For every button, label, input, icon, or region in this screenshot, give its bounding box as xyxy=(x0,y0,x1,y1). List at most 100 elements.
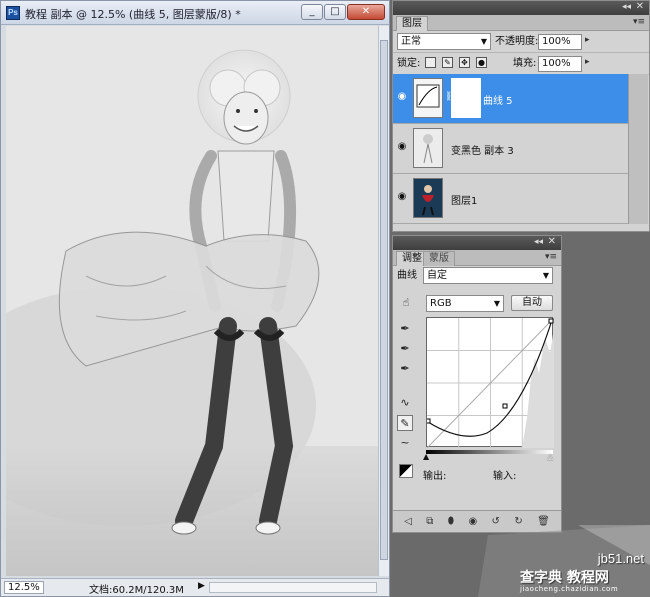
layer-mask-thumbnail[interactable] xyxy=(451,78,481,118)
curves-graph-svg xyxy=(425,317,555,449)
close-button[interactable]: ✕ xyxy=(347,4,385,20)
status-menu-arrow-icon[interactable]: ▶ xyxy=(198,581,205,591)
layer-row-curves-5[interactable]: ◉ ⛓ 曲线 5 xyxy=(393,74,629,124)
photo-layer-thumbnail xyxy=(413,178,443,218)
scroll-thumb[interactable] xyxy=(380,40,388,560)
curve-point-tool-icon[interactable]: ∿ xyxy=(397,395,413,411)
watermark-title: 查字典 教程网 xyxy=(520,570,609,586)
document-window: Ps 教程 副本 @ 12.5% (曲线 5, 图层蒙版/8) * _ □ ✕ xyxy=(0,0,390,597)
maximize-button[interactable]: □ xyxy=(324,4,346,20)
black-point-eyedropper-icon[interactable]: ✒ xyxy=(397,321,413,337)
layer-name: 曲线 5 xyxy=(483,96,513,107)
curves-label: 曲线 xyxy=(397,270,417,281)
lock-all-icon[interactable]: ● xyxy=(476,57,487,68)
chevron-down-icon: ▼ xyxy=(542,271,549,280)
layer-row-black-copy-3[interactable]: ◉ 变黑色 副本 3 xyxy=(393,124,629,174)
adjustments-panel: ◂◂ ✕ 调整 蒙版 ▾≡ 曲线 自定 ▼ ☝ RGB ▼ 自动 ✒ ✒ ✒ ∿… xyxy=(392,235,562,533)
lock-position-icon[interactable]: ✥ xyxy=(459,57,470,68)
layer-name: 图层1 xyxy=(451,196,478,207)
zoom-level-field[interactable]: 12.5% xyxy=(4,581,44,594)
adjustments-tab-row: 调整 蒙版 ▾≡ xyxy=(393,250,561,266)
layer-name: 变黑色 副本 3 xyxy=(451,146,514,157)
channel-select[interactable]: RGB ▼ xyxy=(426,295,504,312)
chevron-down-icon: ▼ xyxy=(480,37,487,46)
blend-mode-value: 正常 xyxy=(401,36,421,47)
fill-field[interactable]: 100% xyxy=(538,56,582,72)
panel-close-icon[interactable]: ✕ xyxy=(548,236,556,247)
curves-graph[interactable] xyxy=(425,317,555,449)
vertical-scrollbar[interactable] xyxy=(378,26,389,576)
opacity-label: 不透明度: xyxy=(495,36,539,47)
sketch-thumbnail-image xyxy=(423,134,433,164)
status-bar: 12.5% 文档:60.2M/120.3M ▶ xyxy=(1,578,389,596)
return-to-list-icon[interactable]: ◁ xyxy=(404,516,412,527)
layers-list: ◉ ⛓ 曲线 5 ◉ 变黑色 副本 3 ◉ 图层1 xyxy=(393,74,629,224)
layers-panel: ◂◂ ✕ 图层 ▾≡ 正常 ▼ 不透明度: 100% ▸ 锁定: ✎ ✥ ● 填… xyxy=(392,0,650,232)
layers-scrollbar[interactable] xyxy=(628,74,648,224)
document-titlebar[interactable]: Ps 教程 副本 @ 12.5% (曲线 5, 图层蒙版/8) * _ □ ✕ xyxy=(1,1,389,25)
panel-menu-icon[interactable]: ▾≡ xyxy=(633,17,645,27)
watermark: jb51.net 查字典 教程网 jiaocheng.chazidian.com xyxy=(478,525,650,597)
fill-slider-icon[interactable]: ▸ xyxy=(585,57,590,67)
photo-thumbnail-image xyxy=(422,185,434,216)
watermark-url: jb51.net xyxy=(597,551,644,566)
opacity-slider-icon[interactable]: ▸ xyxy=(585,35,590,45)
curves-thumbnail-icon xyxy=(416,84,440,108)
chevron-down-icon: ▼ xyxy=(493,299,500,308)
pencil-sketch-artwork xyxy=(6,26,378,576)
tab-masks[interactable]: 蒙版 xyxy=(423,251,455,266)
auto-button[interactable]: 自动 xyxy=(511,295,553,311)
preset-value: 自定 xyxy=(427,270,447,281)
curve-point[interactable] xyxy=(425,418,431,424)
output-label: 输出: xyxy=(423,471,447,482)
blend-opacity-row: 正常 ▼ 不透明度: 100% ▸ xyxy=(393,31,649,53)
pencil-draw-icon[interactable]: ✎ xyxy=(397,415,413,431)
eye-icon[interactable]: ◉ xyxy=(396,91,408,103)
panel-menu-icon[interactable]: ▾≡ xyxy=(545,252,557,262)
black-point-slider-icon[interactable]: ▲ xyxy=(423,452,429,461)
on-image-adjust-hand-icon[interactable]: ☝ xyxy=(398,295,414,311)
lock-label: 锁定: xyxy=(397,58,421,69)
minimize-button[interactable]: _ xyxy=(301,4,323,20)
collapse-icon[interactable]: ◂◂ xyxy=(534,237,543,247)
gray-point-eyedropper-icon[interactable]: ✒ xyxy=(397,341,413,357)
layer-row-layer-1[interactable]: ◉ 图层1 xyxy=(393,174,629,224)
collapse-icon[interactable]: ◂◂ xyxy=(622,2,631,12)
curves-tools: ✒ ✒ ✒ ∿ ✎ ~ xyxy=(397,321,417,455)
window-controls: _ □ ✕ xyxy=(301,4,385,20)
document-canvas[interactable] xyxy=(6,26,378,576)
sketch-layer-thumbnail xyxy=(413,128,443,168)
document-title: 教程 副本 @ 12.5% (曲线 5, 图层蒙版/8) * xyxy=(25,8,241,21)
panel-close-icon[interactable]: ✕ xyxy=(636,1,644,12)
lock-image-icon[interactable]: ✎ xyxy=(442,57,453,68)
document-size-info: 文档:60.2M/120.3M xyxy=(89,585,184,596)
white-point-eyedropper-icon[interactable]: ✒ xyxy=(397,361,413,377)
input-gradient-bar xyxy=(426,450,553,454)
lock-icons: ✎ ✥ ● xyxy=(425,57,487,68)
horizontal-scrollbar[interactable] xyxy=(209,582,377,593)
smooth-curve-icon[interactable]: ~ xyxy=(397,435,413,451)
eye-icon[interactable]: ◉ xyxy=(396,141,408,153)
panel-header[interactable]: ◂◂ ✕ xyxy=(393,236,561,250)
visibility-eye-icon[interactable]: ◉ xyxy=(468,516,477,527)
layer-mask-icon[interactable]: ⬮ xyxy=(448,516,454,527)
watermark-subtitle: jiaocheng.chazidian.com xyxy=(520,585,619,593)
lock-fill-row: 锁定: ✎ ✥ ● 填充: 100% ▸ xyxy=(393,53,649,75)
clip-to-layer-icon[interactable]: ⧉ xyxy=(426,516,433,527)
fill-label: 填充: xyxy=(513,58,537,69)
curve-point[interactable] xyxy=(502,403,508,409)
lock-transparent-icon[interactable] xyxy=(425,57,436,68)
eye-icon[interactable]: ◉ xyxy=(396,191,408,203)
curves-adjustment-thumbnail xyxy=(413,78,443,118)
white-point-slider-icon[interactable]: △ xyxy=(547,452,553,461)
preset-select[interactable]: 自定 ▼ xyxy=(423,267,553,284)
clipping-toggle-icon[interactable] xyxy=(399,464,413,478)
workspace-background xyxy=(562,235,650,533)
layers-tab-row: 图层 ▾≡ xyxy=(393,15,649,31)
blend-mode-select[interactable]: 正常 ▼ xyxy=(397,33,491,50)
tab-layers[interactable]: 图层 xyxy=(396,16,428,31)
channel-value: RGB xyxy=(430,298,452,309)
panel-header[interactable]: ◂◂ ✕ xyxy=(393,1,649,15)
opacity-field[interactable]: 100% xyxy=(538,34,582,50)
curve-point[interactable] xyxy=(548,318,554,324)
